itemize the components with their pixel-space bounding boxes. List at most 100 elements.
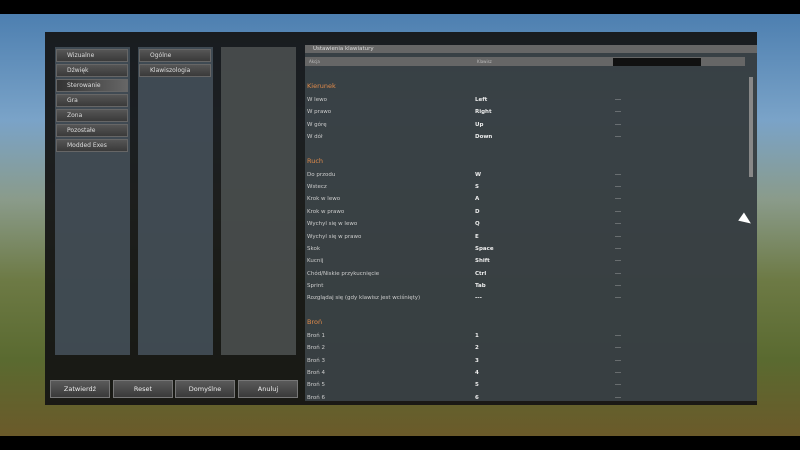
primary-key[interactable]: Q xyxy=(475,218,480,230)
keybind-row[interactable]: Broń 22--- xyxy=(307,342,745,354)
primary-key[interactable]: 2 xyxy=(475,342,479,354)
defaults-button[interactable]: Domyślne xyxy=(175,380,235,398)
action-label: Rozglądaj się (gdy klawisz jest wciśnięt… xyxy=(307,292,420,304)
primary-key[interactable]: Space xyxy=(475,243,494,255)
primary-key[interactable]: W xyxy=(475,169,481,181)
primary-key[interactable]: D xyxy=(475,206,480,218)
keybind-panel: Ustawienia klawiatury Akcja Klawisz Kier… xyxy=(305,45,757,401)
alt-key[interactable]: --- xyxy=(615,255,621,267)
alt-key[interactable]: --- xyxy=(615,206,621,218)
action-label: Wychyl się w lewo xyxy=(307,218,357,230)
category-tab[interactable]: Pozostałe xyxy=(56,124,128,137)
section-header: Kierunek xyxy=(307,73,745,94)
alt-key[interactable]: --- xyxy=(615,330,621,342)
keybind-list: KierunekW lewoLeft---W prawoRight---W gó… xyxy=(307,69,745,404)
primary-key[interactable]: Ctrl xyxy=(475,268,486,280)
apply-button[interactable]: Zatwierdź xyxy=(50,380,110,398)
cancel-button[interactable]: Anuluj xyxy=(238,380,298,398)
keybind-row[interactable]: Do przoduW--- xyxy=(307,169,745,181)
section-header: Ruch xyxy=(307,148,745,169)
primary-key[interactable]: Up xyxy=(475,119,483,131)
alt-key[interactable]: --- xyxy=(615,367,621,379)
alt-key[interactable]: --- xyxy=(615,243,621,255)
alt-key[interactable]: --- xyxy=(615,106,621,118)
primary-key[interactable]: Down xyxy=(475,131,492,143)
alt-key[interactable]: --- xyxy=(615,292,621,304)
alt-key[interactable]: --- xyxy=(615,392,621,404)
keybind-row[interactable]: KucnijShift--- xyxy=(307,255,745,267)
keybind-row[interactable]: W dół Down --- xyxy=(307,131,745,143)
keybind-row[interactable]: Wychyl się w prawoE--- xyxy=(307,231,745,243)
action-label: Sprint xyxy=(307,280,323,292)
action-label: Broń 4 xyxy=(307,367,325,379)
alt-key[interactable]: --- xyxy=(615,181,621,193)
keybind-row[interactable]: Broń 11--- xyxy=(307,330,745,342)
primary-key[interactable]: Left xyxy=(475,94,487,106)
keybind-row[interactable]: Chód/Niskie przykucnięcie Ctrl --- xyxy=(307,268,745,280)
key-column-header: Klawisz xyxy=(477,57,492,66)
alt-key[interactable]: --- xyxy=(615,218,621,230)
keybind-row[interactable]: Broń 4 4 --- xyxy=(307,367,745,379)
keybind-row[interactable]: Wychyl się w lewo Q --- xyxy=(307,218,745,230)
alt-key[interactable]: --- xyxy=(615,280,621,292)
action-label: Broń 3 xyxy=(307,355,325,367)
action-label: Broń 5 xyxy=(307,379,325,391)
keybind-row[interactable]: Broń 5 5 --- xyxy=(307,379,745,391)
subcategory-tab[interactable]: Ogólne xyxy=(139,49,211,62)
keybind-row[interactable]: W górę Up --- xyxy=(307,119,745,131)
action-label: W górę xyxy=(307,119,327,131)
action-label: Skok xyxy=(307,243,320,255)
category-list: Wizualne Dźwięk Sterowanie Gra Zona Pozostałe… xyxy=(55,47,130,355)
primary-key[interactable]: Tab xyxy=(475,280,486,292)
keybind-row[interactable]: Wstecz S --- xyxy=(307,181,745,193)
category-tab[interactable]: Dźwięk xyxy=(56,64,128,77)
alt-key[interactable]: --- xyxy=(615,268,621,280)
alt-key[interactable]: --- xyxy=(615,169,621,181)
primary-key[interactable]: S xyxy=(475,181,479,193)
primary-key[interactable]: Shift xyxy=(475,255,490,267)
column-header: Akcja Klawisz xyxy=(305,57,745,66)
reset-button[interactable]: Reset xyxy=(113,380,173,398)
keybind-row[interactable]: Skok Space --- xyxy=(307,243,745,255)
category-tab[interactable]: Sterowanie xyxy=(56,79,128,92)
empty-list xyxy=(221,47,296,355)
primary-key[interactable]: E xyxy=(475,231,479,243)
section-header: Broń xyxy=(307,309,745,330)
primary-key[interactable]: 3 xyxy=(475,355,479,367)
primary-key[interactable]: 5 xyxy=(475,379,479,391)
keybind-row[interactable]: Sprint Tab --- xyxy=(307,280,745,292)
keybind-row[interactable]: Krok w prawoD--- xyxy=(307,206,745,218)
keybind-row[interactable]: W prawoRight--- xyxy=(307,106,745,118)
primary-key[interactable]: 1 xyxy=(475,330,479,342)
keybind-row[interactable]: Krok w lewoA--- xyxy=(307,193,745,205)
category-tab[interactable]: Zona xyxy=(56,109,128,122)
keybind-row[interactable]: Broń 3 3 --- xyxy=(307,355,745,367)
primary-key[interactable]: --- xyxy=(475,292,482,304)
category-tab[interactable]: Modded Exes xyxy=(56,139,128,152)
primary-key[interactable]: 4 xyxy=(475,367,479,379)
category-tab[interactable]: Wizualne xyxy=(56,49,128,62)
alt-key[interactable]: --- xyxy=(615,231,621,243)
alt-key[interactable]: --- xyxy=(615,119,621,131)
panel-title: Ustawienia klawiatury xyxy=(305,45,757,53)
alt-key[interactable]: --- xyxy=(615,131,621,143)
alt-key[interactable]: --- xyxy=(615,342,621,354)
alt-key[interactable]: --- xyxy=(615,355,621,367)
action-label: W dół xyxy=(307,131,323,143)
action-label: Wstecz xyxy=(307,181,327,193)
scrollbar[interactable] xyxy=(748,69,754,399)
primary-key[interactable]: Right xyxy=(475,106,492,118)
keybind-row[interactable]: Broń 66--- xyxy=(307,392,745,404)
action-label: Chód/Niskie przykucnięcie xyxy=(307,268,379,280)
keybind-row[interactable]: Rozglądaj się (gdy klawisz jest wciśnięt… xyxy=(307,292,745,304)
alt-key[interactable]: --- xyxy=(615,193,621,205)
category-tab[interactable]: Gra xyxy=(56,94,128,107)
alt-key[interactable]: --- xyxy=(615,379,621,391)
keybind-row[interactable]: W lewoLeft--- xyxy=(307,94,745,106)
primary-key[interactable]: A xyxy=(475,193,479,205)
primary-key[interactable]: 6 xyxy=(475,392,479,404)
subcategory-tab[interactable]: Klawiszologia xyxy=(139,64,211,77)
alt-key[interactable]: --- xyxy=(615,94,621,106)
scrollbar-thumb[interactable] xyxy=(749,77,753,177)
alt-column-header xyxy=(613,58,701,66)
